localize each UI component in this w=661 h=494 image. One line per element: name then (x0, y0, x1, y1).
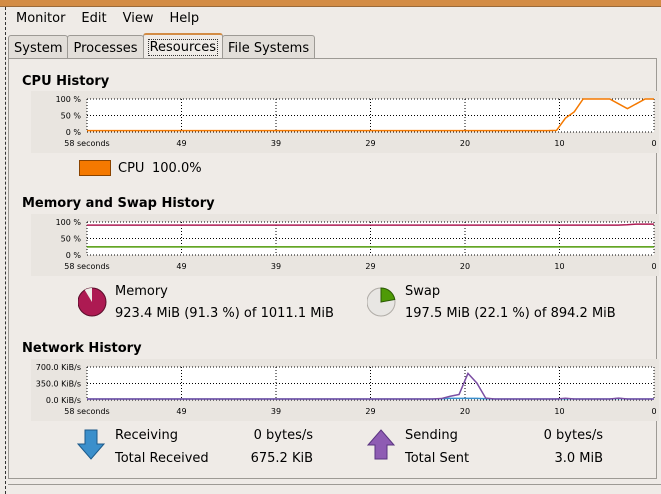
memory-history-title: Memory and Swap History (22, 196, 215, 211)
network-x-tick-label: 58 seconds (64, 407, 109, 416)
tab-label: Processes (73, 41, 138, 56)
memory-x-tick-label: 39 (271, 262, 281, 271)
swap-pie-icon[interactable] (367, 286, 397, 318)
sending-value: 0 bytes/s (543, 428, 603, 443)
cpu-x-tick-label: 0 (651, 139, 656, 148)
sending-arrow-icon (367, 429, 396, 460)
network-x-tick-label: 29 (365, 407, 375, 416)
receiving-arrow-icon (77, 429, 106, 460)
cpu-legend-label: CPU (118, 161, 145, 176)
cpu-x-tick-label: 29 (365, 139, 375, 148)
memory-y-tick-label: 100 % (56, 218, 82, 227)
menu-monitor[interactable]: Monitor (8, 8, 73, 30)
network-x-tick-label: 20 (460, 407, 470, 416)
network-x-tick-label: 49 (176, 407, 186, 416)
tab-label: Resources (147, 39, 218, 56)
swap-label: Swap (405, 284, 441, 299)
network-y-tick-label: 0.0 KiB/s (46, 396, 81, 405)
receiving-label: Receiving (115, 428, 179, 443)
total-sent-value: 3.0 MiB (554, 451, 603, 466)
memory-y-tick-label: 50 % (61, 235, 82, 244)
cpu-y-tick-label: 50 % (61, 112, 82, 121)
memory-chart-svg: 100 % 50 % 0 % 58 seconds 49 39 29 20 10 0 (56, 218, 657, 271)
tab-label: System (14, 41, 63, 56)
memory-x-tick-label: 29 (365, 262, 375, 271)
network-x-tick-label: 39 (271, 407, 281, 416)
memory-value: 923.4 MiB (91.3 %) of 1011.1 MiB (115, 306, 334, 321)
memory-x-tick-label: 0 (651, 262, 656, 271)
cpu-chart-svg: 100 % 50 % 0 % 58 seconds 49 39 29 20 10 0 (56, 95, 657, 148)
swap-value: 197.5 MiB (22.1 %) of 894.2 MiB (405, 306, 616, 321)
cpu-y-tick-label: 0 % (66, 128, 82, 137)
cpu-color-swatch[interactable] (79, 160, 111, 176)
total-received-label: Total Received (115, 451, 209, 466)
tab-bar: System Processes Resources File Systems (8, 33, 316, 60)
memory-graph: 100 % 50 % 0 % 58 seconds 49 39 29 20 10 0 (31, 214, 659, 276)
memory-x-tick-label: 49 (176, 262, 186, 271)
cpu-x-tick-label: 49 (176, 139, 186, 148)
total-received-value: 675.2 KiB (250, 451, 313, 466)
network-x-tick-label: 10 (554, 407, 564, 416)
tab-resources[interactable]: Resources (142, 33, 223, 60)
status-area (8, 484, 661, 494)
cpu-graph: 100 % 50 % 0 % 58 seconds 49 39 29 20 10 0 (31, 91, 659, 153)
tab-label: File Systems (227, 41, 310, 56)
menu-bar: Monitor Edit View Help (8, 8, 207, 30)
window-edge (0, 7, 6, 494)
cpu-legend-value: 100.0% (152, 161, 202, 176)
cpu-x-tick-label: 39 (271, 139, 281, 148)
network-y-tick-label: 700.0 KiB/s (36, 363, 81, 372)
memory-x-tick-label: 20 (460, 262, 470, 271)
network-history-title: Network History (22, 341, 142, 356)
network-plot-area (87, 367, 654, 400)
total-sent-label: Total Sent (405, 451, 470, 466)
tab-file-systems[interactable]: File Systems (221, 35, 316, 60)
sending-label: Sending (405, 428, 458, 443)
memory-x-tick-label: 10 (554, 262, 564, 271)
resources-panel: CPU History 100 % 50 % 0 % 58 seconds 49 39 29… (8, 58, 659, 479)
cpu-x-tick-label: 20 (460, 139, 470, 148)
cpu-y-tick-label: 100 % (56, 95, 82, 104)
memory-pie-icon[interactable] (78, 286, 108, 318)
network-y-tick-label: 350.0 KiB/s (36, 380, 81, 389)
network-chart-svg: 700.0 KiB/s 350.0 KiB/s 0.0 KiB/s 58 second… (36, 363, 657, 416)
menu-help[interactable]: Help (161, 8, 207, 30)
memory-y-tick-label: 0 % (66, 251, 82, 260)
receiving-value: 0 bytes/s (253, 428, 313, 443)
cpu-x-tick-label: 10 (554, 139, 564, 148)
tab-system[interactable]: System (8, 35, 69, 60)
cpu-x-tick-label: 58 seconds (64, 139, 109, 148)
memory-x-tick-label: 58 seconds (64, 262, 109, 271)
cpu-history-title: CPU History (22, 74, 110, 89)
memory-label: Memory (115, 284, 168, 299)
menu-edit[interactable]: Edit (73, 8, 114, 30)
network-x-tick-label: 0 (651, 407, 656, 416)
tab-processes[interactable]: Processes (67, 35, 144, 60)
memory-plot-area (87, 222, 654, 255)
network-graph: 700.0 KiB/s 350.0 KiB/s 0.0 KiB/s 58 second… (31, 359, 659, 421)
menu-view[interactable]: View (115, 8, 162, 30)
window-titlebar[interactable] (0, 0, 661, 7)
